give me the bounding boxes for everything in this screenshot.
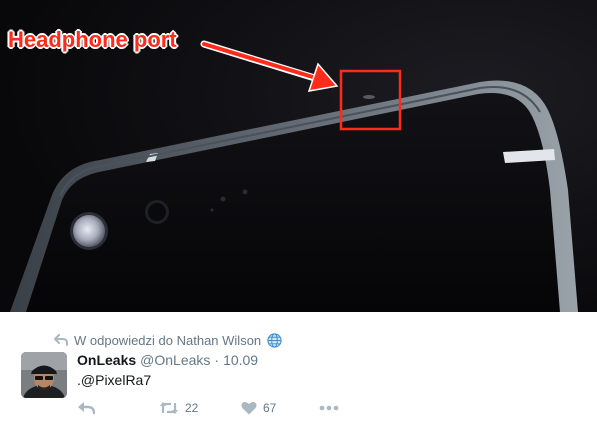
header-separator: · <box>214 352 220 368</box>
tweet[interactable]: W odpowiedzi do Nathan Wilson OnLeaks @O… <box>0 312 597 433</box>
tweet-header: OnLeaks @OnLeaks · 10.09 <box>77 352 258 370</box>
tweet-photo[interactable]: Headphone port <box>0 0 597 312</box>
more-button[interactable] <box>319 405 339 411</box>
avatar-photo <box>21 352 67 398</box>
retweet-count: 22 <box>185 401 199 415</box>
heart-icon <box>241 402 257 415</box>
reply-context-text[interactable]: W odpowiedzi do Nathan Wilson <box>74 333 261 348</box>
like-count: 67 <box>263 401 277 415</box>
author-handle[interactable]: @OnLeaks <box>140 352 210 368</box>
tweet-actions: 22 67 <box>77 398 339 418</box>
reply-context[interactable]: W odpowiedzi do Nathan Wilson <box>54 331 282 349</box>
globe-icon <box>267 332 282 348</box>
reply-icon <box>78 402 95 415</box>
reply-button[interactable] <box>77 401 159 415</box>
tweet-text: .@PixelRa7 <box>77 372 152 388</box>
tweet-timestamp[interactable]: 10.09 <box>223 352 258 368</box>
retweet-button[interactable]: 22 <box>159 401 241 415</box>
like-button[interactable]: 67 <box>241 401 319 415</box>
annotation-label: Headphone port <box>8 27 177 52</box>
author-name[interactable]: OnLeaks <box>77 352 136 368</box>
more-icon <box>319 405 339 411</box>
reply-arrow-icon <box>54 334 68 346</box>
avatar[interactable] <box>21 352 67 398</box>
retweet-icon <box>160 402 178 414</box>
